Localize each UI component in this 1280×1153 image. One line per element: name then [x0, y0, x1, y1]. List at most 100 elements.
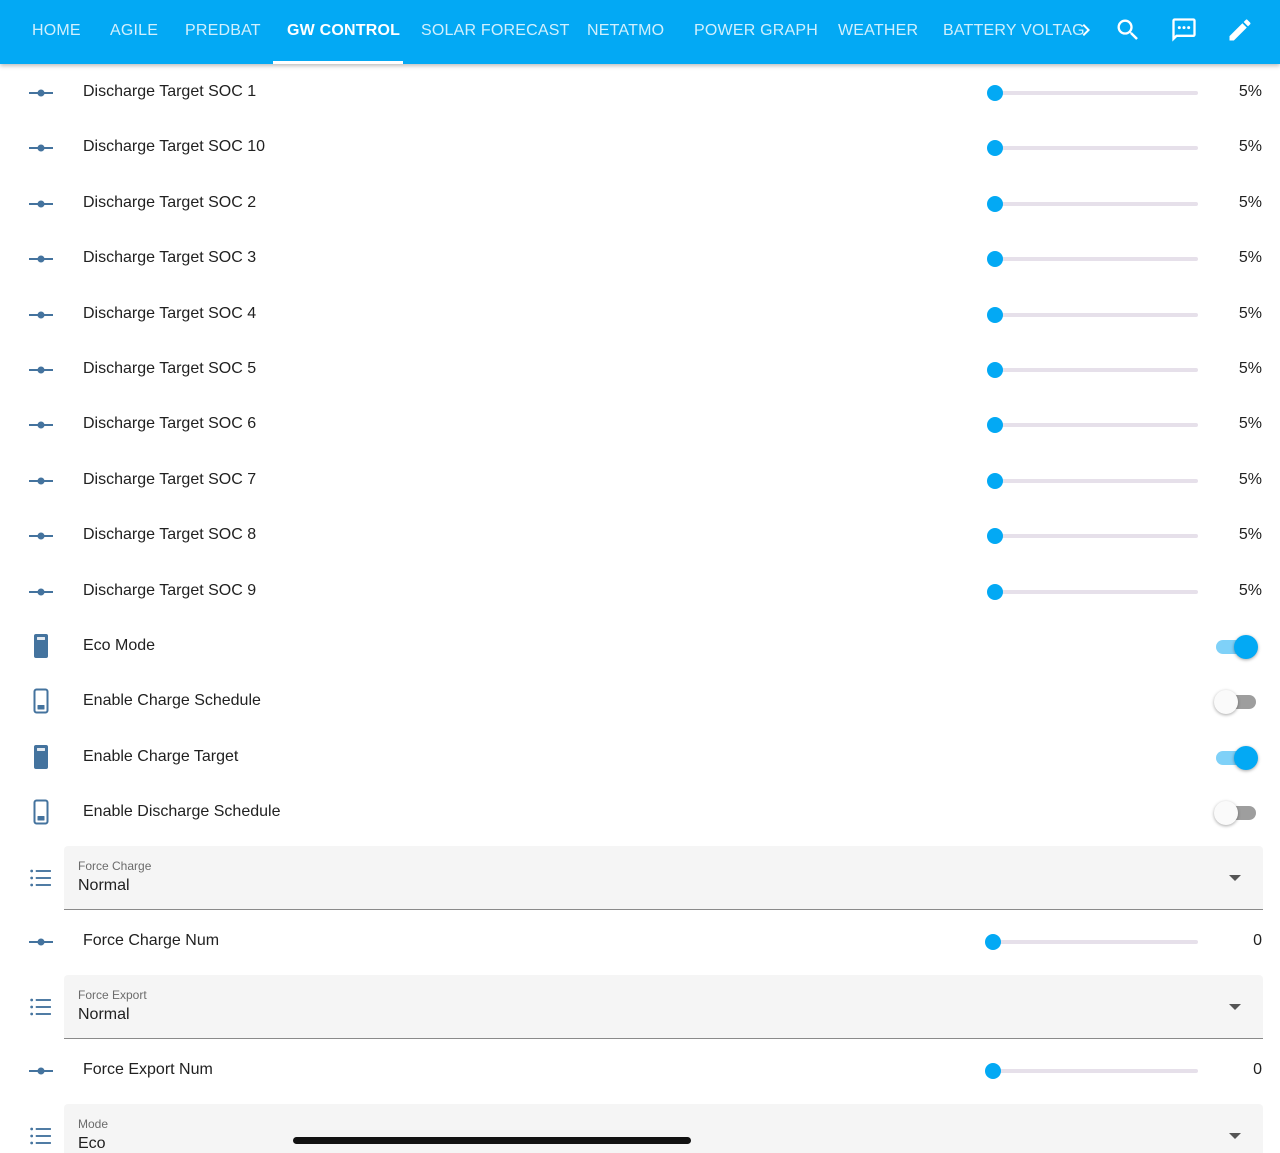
tab-weather[interactable]: WEATHER	[838, 0, 918, 64]
ray-vertex-icon	[27, 928, 55, 956]
switch-row: Enable Charge Target	[0, 730, 1280, 785]
ray-vertex-icon	[27, 190, 55, 218]
toggle-switch[interactable]	[1214, 801, 1258, 825]
tab-gw-control[interactable]: GW CONTROL	[287, 0, 400, 64]
mode-row: Mode Eco	[0, 1104, 1280, 1153]
discharge-target-slider[interactable]	[987, 85, 1198, 101]
slider-row-value: 5%	[1238, 471, 1262, 488]
force-charge-select[interactable]: Force Charge Normal	[64, 846, 1263, 910]
pencil-icon[interactable]	[1226, 16, 1254, 44]
ray-vertex-icon	[27, 301, 55, 329]
home-indicator-bar[interactable]	[293, 1137, 691, 1144]
tab-netatmo[interactable]: NETATMO	[587, 0, 664, 64]
slider-row: Discharge Target SOC 5 5%	[0, 342, 1280, 397]
app-toolbar: HOME AGILE PREDBAT GW CONTROL SOLAR FORE…	[0, 0, 1280, 64]
slider-row: Discharge Target SOC 2 5%	[0, 176, 1280, 231]
ray-vertex-icon	[27, 1057, 55, 1085]
slider-thumb[interactable]	[987, 362, 1003, 378]
slider-row-label: Discharge Target SOC 6	[83, 415, 257, 432]
switch-row-label: Enable Discharge Schedule	[83, 803, 281, 820]
battery-icon	[27, 632, 55, 660]
slider-row-label: Discharge Target SOC 10	[83, 138, 266, 155]
ray-vertex-icon	[27, 578, 55, 606]
discharge-target-slider[interactable]	[987, 196, 1198, 212]
slider-thumb[interactable]	[985, 1063, 1001, 1079]
slider-thumb[interactable]	[987, 140, 1003, 156]
tab-power-graph[interactable]: POWER GRAPH	[694, 0, 818, 64]
slider-thumb[interactable]	[987, 196, 1003, 212]
discharge-target-slider[interactable]	[987, 251, 1198, 267]
force-export-num-label: Force Export Num	[83, 1061, 213, 1078]
dropdown-arrow-icon	[1229, 875, 1241, 881]
force-charge-num-value: 0	[1253, 932, 1262, 949]
force-charge-num-label: Force Charge Num	[83, 932, 220, 949]
force-export-num-value: 0	[1253, 1061, 1262, 1078]
force-charge-caption: Force Charge	[78, 859, 152, 873]
force-charge-value: Normal	[78, 877, 130, 894]
switch-row: Enable Discharge Schedule	[0, 785, 1280, 840]
discharge-target-slider[interactable]	[987, 140, 1198, 156]
chevron-right-icon[interactable]	[1074, 18, 1098, 42]
force-export-num-row: Force Export Num 0	[0, 1043, 1280, 1098]
slider-row-value: 5%	[1238, 249, 1262, 266]
dropdown-arrow-icon	[1229, 1004, 1241, 1010]
toggle-knob	[1214, 801, 1238, 825]
force-export-select[interactable]: Force Export Normal	[64, 975, 1263, 1039]
tab-agile[interactable]: AGILE	[110, 0, 158, 64]
assist-message-icon[interactable]	[1170, 16, 1198, 44]
mode-value: Eco	[78, 1135, 106, 1152]
force-charge-num-row: Force Charge Num 0	[0, 914, 1280, 969]
slider-thumb[interactable]	[987, 307, 1003, 323]
slider-thumb[interactable]	[985, 934, 1001, 950]
force-charge-num-slider[interactable]	[985, 934, 1198, 950]
battery-outline-icon	[27, 798, 55, 826]
slider-thumb[interactable]	[987, 528, 1003, 544]
toggle-switch[interactable]	[1214, 746, 1258, 770]
ray-vertex-icon	[27, 356, 55, 384]
slider-row-label: Discharge Target SOC 1	[83, 83, 257, 100]
tab-solar-forecast[interactable]: SOLAR FORECAST	[421, 0, 570, 64]
slider-thumb[interactable]	[987, 473, 1003, 489]
battery-icon	[27, 743, 55, 771]
slider-thumb[interactable]	[987, 417, 1003, 433]
toggle-knob	[1234, 746, 1258, 770]
slider-row: Discharge Target SOC 8 5%	[0, 508, 1280, 563]
slider-thumb[interactable]	[987, 251, 1003, 267]
dropdown-arrow-icon	[1229, 1133, 1241, 1139]
slider-thumb[interactable]	[987, 584, 1003, 600]
ray-vertex-icon	[27, 79, 55, 107]
discharge-target-slider[interactable]	[987, 307, 1198, 323]
force-export-num-slider[interactable]	[985, 1063, 1198, 1079]
toggle-knob	[1234, 635, 1258, 659]
search-icon[interactable]	[1114, 16, 1142, 44]
discharge-target-slider[interactable]	[987, 584, 1198, 600]
discharge-target-slider[interactable]	[987, 417, 1198, 433]
toggle-switch[interactable]	[1214, 635, 1258, 659]
slider-row-value: 5%	[1238, 582, 1262, 599]
slider-row-label: Discharge Target SOC 8	[83, 526, 257, 543]
discharge-target-slider[interactable]	[987, 473, 1198, 489]
slider-thumb[interactable]	[987, 85, 1003, 101]
tab-home[interactable]: HOME	[32, 0, 81, 64]
discharge-target-slider[interactable]	[987, 528, 1198, 544]
tab-predbat[interactable]: PREDBAT	[185, 0, 261, 64]
switch-row-label: Enable Charge Schedule	[83, 692, 261, 709]
slider-row-value: 5%	[1238, 360, 1262, 377]
slider-row-label: Discharge Target SOC 7	[83, 471, 257, 488]
slider-row: Discharge Target SOC 4 5%	[0, 287, 1280, 342]
active-tab-indicator	[273, 61, 403, 64]
slider-row-value: 5%	[1238, 305, 1262, 322]
mode-select[interactable]: Mode Eco	[64, 1104, 1263, 1153]
slider-row-value: 5%	[1238, 138, 1262, 155]
slider-row-label: Discharge Target SOC 3	[83, 249, 257, 266]
slider-row-value: 5%	[1238, 194, 1262, 211]
discharge-target-slider[interactable]	[987, 362, 1198, 378]
slider-row: Discharge Target SOC 7 5%	[0, 453, 1280, 508]
tab-battery-voltage[interactable]: BATTERY VOLTAG	[943, 0, 1085, 64]
slider-row: Discharge Target SOC 10 5%	[0, 120, 1280, 175]
slider-row: Discharge Target SOC 9 5%	[0, 564, 1280, 619]
toggle-switch[interactable]	[1214, 690, 1258, 714]
force-export-row: Force Export Normal	[0, 975, 1280, 1039]
slider-row-label: Discharge Target SOC 2	[83, 194, 257, 211]
format-list-icon	[27, 864, 55, 892]
